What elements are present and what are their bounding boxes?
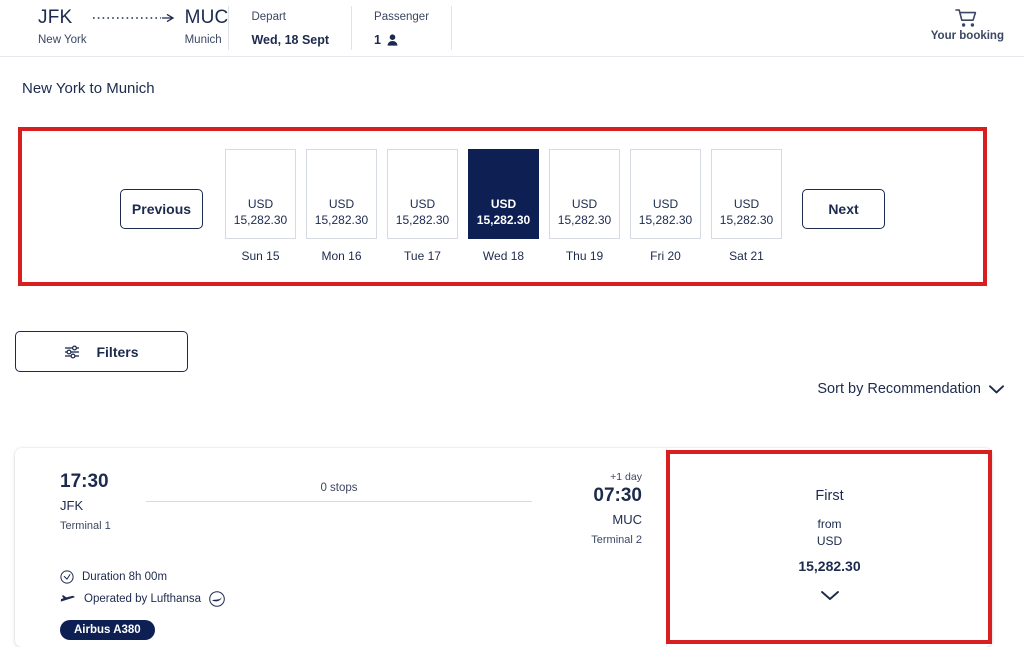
date-fare-box[interactable]: USD 15,282.30 [468, 149, 539, 239]
destination-code: MUC [184, 7, 229, 28]
duration-row: Duration 8h 00m [60, 570, 642, 584]
depart-label: Depart [251, 10, 286, 23]
search-summary-header: JFK New York MUC Munich Depart Wed, 18 S… [0, 0, 1024, 57]
date-fare-box[interactable]: USD 15,282.30 [549, 149, 620, 239]
date-fare-currency: USD [571, 197, 598, 211]
date-fare-amount: 15,282.30 [719, 213, 774, 227]
date-fare-amount: 15,282.30 [638, 213, 693, 227]
passenger-value-row: 1 [374, 30, 429, 50]
person-icon [387, 33, 398, 46]
next-dates-button[interactable]: Next [802, 188, 885, 229]
filters-label: Filters [96, 343, 139, 360]
lufthansa-crane-logo-icon [209, 591, 225, 607]
date-day-label: Sat 21 [729, 249, 764, 263]
duration-label: Duration 8h 00m [82, 571, 168, 583]
flight-meta: Duration 8h 00m Operated by Lufthansa [60, 570, 642, 607]
date-fare-currency: USD [328, 197, 355, 211]
header-divider [451, 6, 453, 50]
operated-by-label: Operated by Lufthansa [84, 593, 201, 605]
date-fare-currency: USD [652, 197, 679, 211]
date-fare-amount: 15,282.30 [233, 213, 288, 227]
date-cell-list: USD 15,282.30 Sun 15 USD 15,282.30 Mon 16 USD 1… [225, 149, 782, 264]
depart-field[interactable]: Depart Wed, 18 Sept [229, 7, 351, 50]
chevron-down-icon [989, 384, 1004, 394]
flight-path: 0 stops [146, 470, 532, 502]
flight-segment-row: 17:30 JFK Terminal 1 0 stops +1 day 07:3… [60, 470, 642, 549]
your-booking-label: Your booking [930, 30, 1004, 42]
origin-block: JFK New York [38, 7, 87, 49]
destination-block: MUC Munich [185, 7, 229, 49]
page-subtitle: New York to Munich [22, 80, 155, 97]
date-fare-currency: USD [733, 197, 760, 211]
date-cell[interactable]: USD 15,282.30 Wed 18 [468, 149, 539, 264]
sliders-icon [64, 344, 80, 359]
operator-row: Operated by Lufthansa [60, 591, 642, 607]
date-fare-amount: 15,282.30 [395, 213, 450, 227]
date-fare-amount: 15,282.30 [314, 213, 369, 227]
date-fare-amount: 15,282.30 [557, 213, 612, 227]
flight-search-results-page: Select your departure JFK New York MUC M… [0, 0, 1024, 647]
date-cell[interactable]: USD 15,282.30 Mon 16 [306, 149, 377, 264]
date-fare-box[interactable]: USD 15,282.30 [387, 149, 458, 239]
depart-value: Wed, 18 Sept [251, 32, 330, 47]
sort-dropdown[interactable]: Sort by Recommendation [817, 381, 1004, 397]
stops-label: 0 stops [312, 482, 366, 494]
arrival-block: +1 day 07:30 MUC Terminal 2 [546, 470, 642, 549]
flight-itinerary-section: 17:30 JFK Terminal 1 0 stops +1 day 07:3… [15, 448, 666, 647]
departure-airport-code: JFK [60, 498, 84, 513]
date-cell[interactable]: USD 15,282.30 Sun 15 [225, 149, 296, 264]
date-fare-box[interactable]: USD 15,282.30 [630, 149, 701, 239]
clock-icon [60, 570, 74, 584]
date-day-label: Fri 20 [650, 249, 681, 263]
date-day-label: Wed 18 [482, 249, 525, 263]
destination-city: Munich [184, 34, 222, 46]
passenger-count: 1 [374, 32, 381, 47]
previous-dates-button[interactable]: Previous [120, 188, 203, 229]
date-cell[interactable]: USD 15,282.30 Tue 17 [387, 149, 458, 264]
date-cell[interactable]: USD 15,282.30 Sat 21 [711, 149, 782, 264]
date-fare-box[interactable]: USD 15,282.30 [225, 149, 296, 239]
date-day-label: Thu 19 [565, 249, 604, 263]
origin-city: New York [38, 34, 87, 46]
arrival-terminal: Terminal 2 [591, 534, 642, 546]
departure-time: 17:30 [60, 471, 109, 492]
date-cell[interactable]: USD 15,282.30 Fri 20 [630, 149, 701, 264]
date-fare-box[interactable]: USD 15,282.30 [711, 149, 782, 239]
flight-path-line [146, 501, 532, 502]
route-arrow-icon [92, 7, 179, 28]
date-fare-amount: 15,282.30 [476, 213, 531, 227]
passenger-field[interactable]: Passenger 1 [352, 7, 451, 50]
origin-code: JFK [38, 7, 73, 28]
date-day-label: Tue 17 [404, 249, 441, 263]
date-fare-currency: USD [247, 197, 274, 211]
aircraft-badge: Airbus A380 [60, 620, 155, 640]
passenger-label: Passenger [374, 10, 430, 23]
date-fare-currency: USD [409, 197, 436, 211]
cart-icon [955, 8, 979, 28]
date-day-label: Sun 15 [241, 249, 280, 263]
arrival-day-offset: +1 day [610, 471, 642, 483]
filters-button[interactable]: Filters [15, 331, 188, 372]
departure-terminal: Terminal 1 [60, 520, 111, 532]
date-fare-currency: USD [490, 197, 517, 211]
airplane-icon [60, 593, 76, 605]
date-price-carousel: Previous USD 15,282.30 Sun 15 USD 15,282.30 M… [18, 131, 987, 282]
date-day-label: Mon 16 [321, 249, 362, 263]
annotation-box-fare-panel [666, 450, 992, 644]
your-booking-button[interactable]: Your booking [931, 8, 1004, 42]
arrival-time: 07:30 [593, 485, 642, 506]
departure-block: 17:30 JFK Terminal 1 [60, 470, 132, 535]
route-summary[interactable]: JFK New York MUC Munich [0, 7, 228, 49]
sort-label: Sort by Recommendation [817, 381, 981, 397]
arrival-airport-code: MUC [612, 512, 642, 527]
date-fare-box[interactable]: USD 15,282.30 [306, 149, 377, 239]
date-cell[interactable]: USD 15,282.30 Thu 19 [549, 149, 620, 264]
